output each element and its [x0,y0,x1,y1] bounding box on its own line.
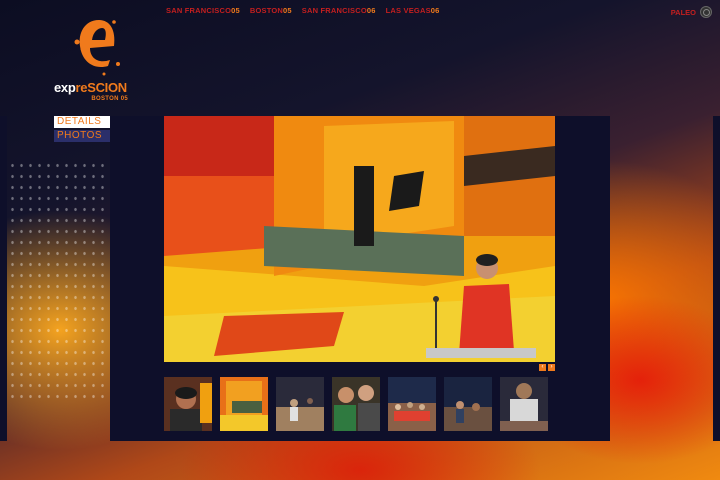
thumbnail[interactable] [444,377,492,431]
event-nav: SAN FRANCISCO05 BOSTON05 SAN FRANCISCO06… [166,6,440,15]
thumbnail-image-2 [220,377,268,431]
language-label: PALEO [670,7,696,17]
logo-wordmark: expreSCION [54,80,127,95]
nav-year: 05 [283,6,292,15]
nav-year: 06 [366,6,376,15]
chevron-left-icon[interactable]: ‹ [539,364,546,371]
thumbnail-image-5 [388,377,436,431]
thumbnail-image-3 [276,377,324,431]
chevron-right-icon[interactable]: › [548,364,555,371]
language-selector[interactable]: PALEO [671,6,712,18]
menu-item-details[interactable]: DETAILS [54,116,114,128]
thumbnail[interactable] [332,377,380,431]
right-frame-strip [713,116,720,441]
thumbnail-image-4 [332,377,380,431]
side-menu: DETAILS PHOTOS [54,116,114,144]
nav-city: LAS VEGAS [385,6,431,15]
logo-e-mark [74,20,120,76]
thumbnail[interactable] [164,377,212,431]
thumbnail-image-7 [500,377,548,431]
nav-city: BOSTON [249,6,284,15]
thumbnail-strip [164,377,548,431]
logo[interactable]: expreSCION BOSTON 05 [54,16,132,106]
thumbnail[interactable] [220,377,268,431]
logo-word-accent: re [75,80,88,95]
main-photo[interactable] [164,116,555,362]
menu-item-photos[interactable]: PHOTOS [54,130,114,142]
thumbnail-image-1 [164,377,212,431]
nav-item-sf05[interactable]: SAN FRANCISCO05 [166,6,240,15]
logo-subtitle: BOSTON 05 [91,96,128,102]
logo-word-rest: SCION [87,80,127,95]
left-frame-strip [0,116,7,441]
logo-word-main: exp [54,80,76,95]
nav-year: 06 [430,6,440,15]
nav-item-vegas06[interactable]: LAS VEGAS06 [386,6,440,15]
dj-photo-illustration [164,116,555,362]
nav-item-sf06[interactable]: SAN FRANCISCO06 [302,6,376,15]
thumbnail[interactable] [388,377,436,431]
gallery-arrows: ‹ › [539,364,555,371]
nav-item-boston05[interactable]: BOSTON05 [250,6,292,15]
nav-year: 05 [231,6,240,15]
nav-city: SAN FRANCISCO [166,6,232,15]
thumbnail[interactable] [500,377,548,431]
globe-icon [700,6,712,18]
background-speckle [8,160,108,400]
thumbnail[interactable] [276,377,324,431]
nav-city: SAN FRANCISCO [301,6,367,15]
thumbnail-image-6 [444,377,492,431]
